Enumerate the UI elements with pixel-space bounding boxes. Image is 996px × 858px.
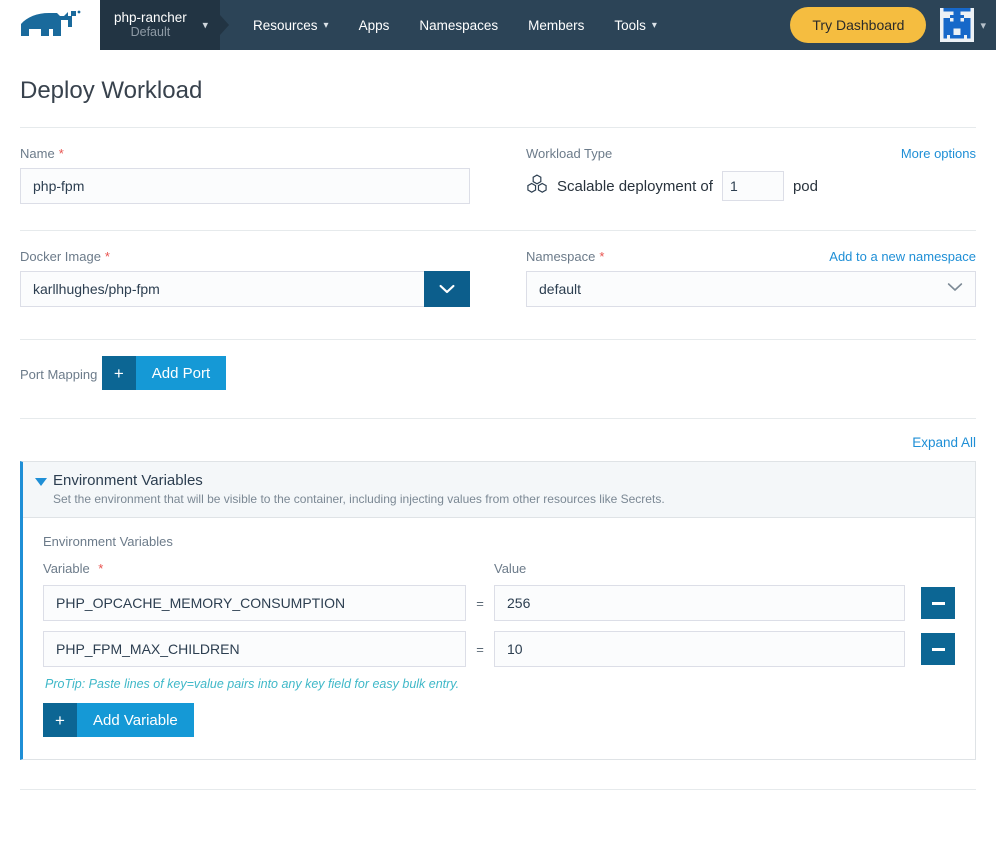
name-input[interactable] xyxy=(20,168,470,204)
cluster-project: Default xyxy=(130,25,171,40)
nav-item-label: Apps xyxy=(358,17,390,33)
environment-variables-body: Environment Variables Variable * Value = xyxy=(23,518,975,759)
rancher-bull-logo-icon xyxy=(19,10,81,40)
add-variable-label: Add Variable xyxy=(77,703,194,737)
add-namespace-link[interactable]: Add to a new namespace xyxy=(829,249,976,264)
port-mapping-label: Port Mapping xyxy=(20,366,98,382)
image-and-namespace-row: Docker Image * Namespace * Add to a new xyxy=(20,249,976,307)
name-label: Name xyxy=(20,146,55,161)
docker-image-group: Docker Image * xyxy=(20,249,470,307)
scalable-deployment-icon xyxy=(526,174,548,198)
docker-image-dropdown-button[interactable] xyxy=(424,271,470,307)
env-var-key-input[interactable] xyxy=(43,631,466,667)
plus-icon: + xyxy=(43,703,77,737)
expand-all-link[interactable]: Expand All xyxy=(912,435,976,450)
required-marker: * xyxy=(599,249,605,264)
namespace-label: Namespace xyxy=(526,249,596,264)
workload-type-value: Scalable deployment of pod xyxy=(526,168,976,204)
expand-all-row: Expand All xyxy=(20,435,976,450)
required-marker: * xyxy=(98,561,104,576)
chevron-down-icon xyxy=(439,284,455,295)
bottom-divider xyxy=(20,789,976,790)
chevron-down-icon: ▾ xyxy=(980,19,986,32)
namespace-select[interactable] xyxy=(526,271,976,307)
nav-item-label: Members xyxy=(528,17,585,33)
navbar-right: Try Dashboard ▾ xyxy=(790,0,996,50)
equals-separator: = xyxy=(476,641,484,657)
env-var-key-input[interactable] xyxy=(43,585,466,621)
env-var-value-input[interactable] xyxy=(494,585,905,621)
page-content: Deploy Workload Name * Workload Type Mor… xyxy=(0,77,996,760)
required-marker: * xyxy=(104,249,110,264)
nav-item-namespaces[interactable]: Namespaces xyxy=(404,0,513,50)
add-port-label: Add Port xyxy=(135,356,227,390)
name-field-group: Name * xyxy=(20,146,470,204)
nav-item-tools[interactable]: Tools ▾ xyxy=(599,0,672,50)
nav-item-label: Namespaces xyxy=(419,17,499,33)
minus-icon xyxy=(931,601,945,605)
cluster-name: php-rancher xyxy=(114,9,187,25)
nav-links: Resources ▾ Apps Namespaces Members Tool… xyxy=(238,0,672,50)
divider xyxy=(20,230,976,231)
chevron-down-icon: ▾ xyxy=(202,19,208,32)
plus-icon: + xyxy=(101,356,136,390)
docker-image-label: Docker Image xyxy=(20,249,101,264)
required-marker: * xyxy=(58,146,64,161)
workload-type-prefix: Scalable deployment of xyxy=(557,177,713,195)
remove-env-var-button[interactable] xyxy=(921,587,955,619)
cluster-selector[interactable]: php-rancher Default ▾ xyxy=(100,0,220,50)
page-title: Deploy Workload xyxy=(20,77,203,104)
more-options-link[interactable]: More options xyxy=(901,146,976,161)
divider xyxy=(20,127,976,128)
env-var-value-input[interactable] xyxy=(494,631,905,667)
divider xyxy=(20,418,976,419)
value-column-header: Value xyxy=(494,561,527,576)
minus-icon xyxy=(931,647,945,651)
nav-item-resources[interactable]: Resources ▾ xyxy=(238,0,344,50)
user-menu[interactable]: ▾ xyxy=(940,8,986,42)
section-subtitle: Set the environment that will be visible… xyxy=(53,492,665,506)
docker-image-input[interactable] xyxy=(20,271,424,307)
equals-separator: = xyxy=(476,595,484,611)
port-mapping-group: Port Mapping + Add Port xyxy=(20,356,976,390)
chevron-down-icon: ▾ xyxy=(651,19,657,31)
chevron-down-icon: ▾ xyxy=(323,19,329,31)
workload-type-label: Workload Type xyxy=(526,146,613,161)
workload-type-suffix: pod xyxy=(792,177,818,195)
scale-input[interactable] xyxy=(721,171,784,201)
workload-type-group: Workload Type More options Scalable depl… xyxy=(526,146,976,204)
caret-down-icon xyxy=(35,478,47,486)
divider xyxy=(20,339,976,340)
nav-item-members[interactable]: Members xyxy=(513,0,599,50)
name-and-type-row: Name * Workload Type More options xyxy=(20,146,976,204)
environment-variables-header[interactable]: Environment Variables Set the environmen… xyxy=(23,462,975,518)
namespace-group: Namespace * Add to a new namespace xyxy=(526,249,976,307)
top-navbar: php-rancher Default ▾ Resources ▾ Apps N… xyxy=(0,0,996,50)
nav-item-label: Resources xyxy=(253,17,318,33)
environment-variables-section: Environment Variables Set the environmen… xyxy=(20,461,976,760)
add-port-button[interactable]: + Add Port xyxy=(101,356,227,390)
env-vars-group-label: Environment Variables xyxy=(43,534,173,549)
nav-item-label: Tools xyxy=(614,17,646,33)
nav-item-apps[interactable]: Apps xyxy=(344,0,405,50)
env-var-row: = xyxy=(43,585,955,621)
rancher-logo[interactable] xyxy=(0,0,100,50)
user-identicon-avatar-icon xyxy=(940,8,975,42)
section-title: Environment Variables xyxy=(53,472,203,489)
add-variable-button[interactable]: + Add Variable xyxy=(43,703,194,737)
env-var-row: = xyxy=(43,631,955,667)
variable-column-header: Variable xyxy=(43,561,90,576)
env-vars-column-headers: Variable * Value xyxy=(43,560,955,578)
protip-text: ProTip: Paste lines of key=value pairs i… xyxy=(45,677,460,691)
remove-env-var-button[interactable] xyxy=(921,633,955,665)
try-dashboard-button[interactable]: Try Dashboard xyxy=(790,7,927,43)
